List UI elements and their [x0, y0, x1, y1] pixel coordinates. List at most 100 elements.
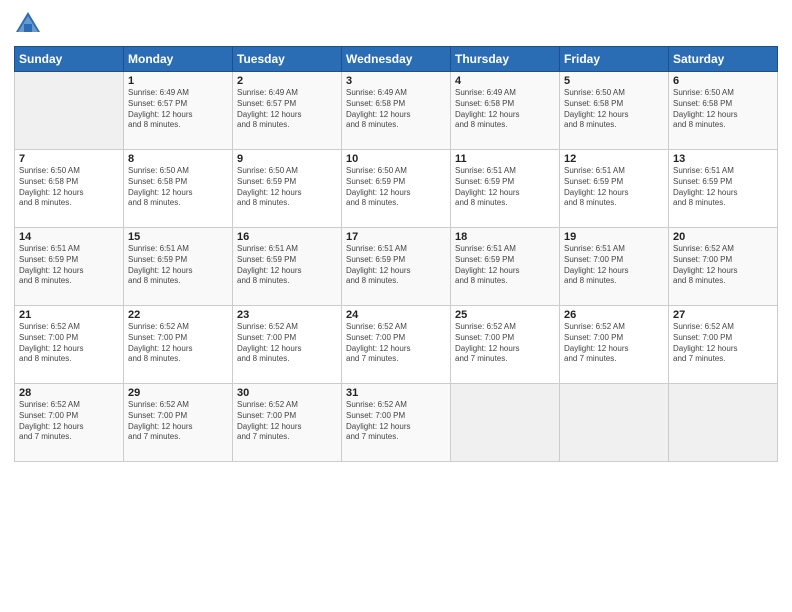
- day-info: Sunrise: 6:51 AMSunset: 6:59 PMDaylight:…: [19, 244, 119, 287]
- day-number: 4: [455, 75, 555, 87]
- day-number: 5: [564, 75, 664, 87]
- day-number: 24: [346, 309, 446, 321]
- day-number: 21: [19, 309, 119, 321]
- calendar-cell: 5Sunrise: 6:50 AMSunset: 6:58 PMDaylight…: [560, 72, 669, 150]
- day-number: 18: [455, 231, 555, 243]
- calendar-cell: [15, 72, 124, 150]
- col-header-thursday: Thursday: [451, 47, 560, 72]
- calendar-cell: 20Sunrise: 6:52 AMSunset: 7:00 PMDayligh…: [669, 228, 778, 306]
- calendar-cell: 6Sunrise: 6:50 AMSunset: 6:58 PMDaylight…: [669, 72, 778, 150]
- calendar-cell: 11Sunrise: 6:51 AMSunset: 6:59 PMDayligh…: [451, 150, 560, 228]
- calendar-header-row: SundayMondayTuesdayWednesdayThursdayFrid…: [15, 47, 778, 72]
- day-info: Sunrise: 6:52 AMSunset: 7:00 PMDaylight:…: [673, 322, 773, 365]
- calendar-cell: 27Sunrise: 6:52 AMSunset: 7:00 PMDayligh…: [669, 306, 778, 384]
- day-number: 14: [19, 231, 119, 243]
- day-info: Sunrise: 6:52 AMSunset: 7:00 PMDaylight:…: [128, 400, 228, 443]
- day-number: 12: [564, 153, 664, 165]
- page: SundayMondayTuesdayWednesdayThursdayFrid…: [0, 0, 792, 612]
- day-info: Sunrise: 6:50 AMSunset: 6:59 PMDaylight:…: [346, 166, 446, 209]
- calendar-cell: 13Sunrise: 6:51 AMSunset: 6:59 PMDayligh…: [669, 150, 778, 228]
- day-info: Sunrise: 6:51 AMSunset: 6:59 PMDaylight:…: [564, 166, 664, 209]
- col-header-tuesday: Tuesday: [233, 47, 342, 72]
- calendar-cell: 18Sunrise: 6:51 AMSunset: 6:59 PMDayligh…: [451, 228, 560, 306]
- day-info: Sunrise: 6:52 AMSunset: 7:00 PMDaylight:…: [237, 322, 337, 365]
- day-number: 15: [128, 231, 228, 243]
- calendar-cell: 16Sunrise: 6:51 AMSunset: 6:59 PMDayligh…: [233, 228, 342, 306]
- day-number: 11: [455, 153, 555, 165]
- calendar-cell: 12Sunrise: 6:51 AMSunset: 6:59 PMDayligh…: [560, 150, 669, 228]
- day-number: 2: [237, 75, 337, 87]
- calendar-cell: 9Sunrise: 6:50 AMSunset: 6:59 PMDaylight…: [233, 150, 342, 228]
- calendar-cell: [669, 384, 778, 462]
- calendar-cell: 25Sunrise: 6:52 AMSunset: 7:00 PMDayligh…: [451, 306, 560, 384]
- calendar-cell: 15Sunrise: 6:51 AMSunset: 6:59 PMDayligh…: [124, 228, 233, 306]
- calendar-cell: 14Sunrise: 6:51 AMSunset: 6:59 PMDayligh…: [15, 228, 124, 306]
- day-number: 22: [128, 309, 228, 321]
- col-header-sunday: Sunday: [15, 47, 124, 72]
- calendar-cell: 2Sunrise: 6:49 AMSunset: 6:57 PMDaylight…: [233, 72, 342, 150]
- day-number: 25: [455, 309, 555, 321]
- day-number: 7: [19, 153, 119, 165]
- logo-icon: [14, 10, 42, 38]
- week-row-1: 7Sunrise: 6:50 AMSunset: 6:58 PMDaylight…: [15, 150, 778, 228]
- calendar-cell: 21Sunrise: 6:52 AMSunset: 7:00 PMDayligh…: [15, 306, 124, 384]
- day-number: 20: [673, 231, 773, 243]
- day-number: 13: [673, 153, 773, 165]
- col-header-saturday: Saturday: [669, 47, 778, 72]
- day-info: Sunrise: 6:52 AMSunset: 7:00 PMDaylight:…: [19, 322, 119, 365]
- calendar-cell: 30Sunrise: 6:52 AMSunset: 7:00 PMDayligh…: [233, 384, 342, 462]
- calendar-cell: 26Sunrise: 6:52 AMSunset: 7:00 PMDayligh…: [560, 306, 669, 384]
- day-info: Sunrise: 6:52 AMSunset: 7:00 PMDaylight:…: [19, 400, 119, 443]
- day-info: Sunrise: 6:52 AMSunset: 7:00 PMDaylight:…: [346, 322, 446, 365]
- calendar-cell: 22Sunrise: 6:52 AMSunset: 7:00 PMDayligh…: [124, 306, 233, 384]
- logo: [14, 10, 46, 38]
- day-number: 1: [128, 75, 228, 87]
- day-info: Sunrise: 6:52 AMSunset: 7:00 PMDaylight:…: [128, 322, 228, 365]
- day-info: Sunrise: 6:52 AMSunset: 7:00 PMDaylight:…: [564, 322, 664, 365]
- day-number: 8: [128, 153, 228, 165]
- calendar-cell: [451, 384, 560, 462]
- week-row-2: 14Sunrise: 6:51 AMSunset: 6:59 PMDayligh…: [15, 228, 778, 306]
- day-info: Sunrise: 6:51 AMSunset: 6:59 PMDaylight:…: [128, 244, 228, 287]
- day-number: 30: [237, 387, 337, 399]
- calendar-cell: 8Sunrise: 6:50 AMSunset: 6:58 PMDaylight…: [124, 150, 233, 228]
- day-info: Sunrise: 6:52 AMSunset: 7:00 PMDaylight:…: [346, 400, 446, 443]
- day-info: Sunrise: 6:51 AMSunset: 6:59 PMDaylight:…: [455, 244, 555, 287]
- calendar-cell: 4Sunrise: 6:49 AMSunset: 6:58 PMDaylight…: [451, 72, 560, 150]
- calendar-cell: [560, 384, 669, 462]
- header: [14, 10, 778, 38]
- day-number: 6: [673, 75, 773, 87]
- col-header-friday: Friday: [560, 47, 669, 72]
- day-info: Sunrise: 6:50 AMSunset: 6:58 PMDaylight:…: [128, 166, 228, 209]
- calendar-cell: 17Sunrise: 6:51 AMSunset: 6:59 PMDayligh…: [342, 228, 451, 306]
- calendar-cell: 31Sunrise: 6:52 AMSunset: 7:00 PMDayligh…: [342, 384, 451, 462]
- day-info: Sunrise: 6:50 AMSunset: 6:58 PMDaylight:…: [19, 166, 119, 209]
- day-number: 31: [346, 387, 446, 399]
- col-header-wednesday: Wednesday: [342, 47, 451, 72]
- calendar-cell: 24Sunrise: 6:52 AMSunset: 7:00 PMDayligh…: [342, 306, 451, 384]
- calendar-cell: 19Sunrise: 6:51 AMSunset: 7:00 PMDayligh…: [560, 228, 669, 306]
- day-number: 29: [128, 387, 228, 399]
- week-row-3: 21Sunrise: 6:52 AMSunset: 7:00 PMDayligh…: [15, 306, 778, 384]
- day-info: Sunrise: 6:49 AMSunset: 6:57 PMDaylight:…: [237, 88, 337, 131]
- day-info: Sunrise: 6:52 AMSunset: 7:00 PMDaylight:…: [455, 322, 555, 365]
- day-info: Sunrise: 6:51 AMSunset: 6:59 PMDaylight:…: [346, 244, 446, 287]
- calendar-cell: 28Sunrise: 6:52 AMSunset: 7:00 PMDayligh…: [15, 384, 124, 462]
- day-info: Sunrise: 6:50 AMSunset: 6:58 PMDaylight:…: [564, 88, 664, 131]
- day-info: Sunrise: 6:50 AMSunset: 6:58 PMDaylight:…: [673, 88, 773, 131]
- calendar-table: SundayMondayTuesdayWednesdayThursdayFrid…: [14, 46, 778, 462]
- day-number: 28: [19, 387, 119, 399]
- week-row-0: 1 Sunrise: 6:49 AMSunset: 6:57 PMDaylight…: [15, 72, 778, 150]
- day-number: 16: [237, 231, 337, 243]
- day-number: 10: [346, 153, 446, 165]
- calendar-cell: 29Sunrise: 6:52 AMSunset: 7:00 PMDayligh…: [124, 384, 233, 462]
- day-number: 23: [237, 309, 337, 321]
- calendar-cell: 3Sunrise: 6:49 AMSunset: 6:58 PMDaylight…: [342, 72, 451, 150]
- day-info: Sunrise: 6:51 AMSunset: 6:59 PMDaylight:…: [237, 244, 337, 287]
- calendar-cell: 23Sunrise: 6:52 AMSunset: 7:00 PMDayligh…: [233, 306, 342, 384]
- day-info: Sunrise: 6:52 AMSunset: 7:00 PMDaylight:…: [237, 400, 337, 443]
- col-header-monday: Monday: [124, 47, 233, 72]
- calendar-cell: 7Sunrise: 6:50 AMSunset: 6:58 PMDaylight…: [15, 150, 124, 228]
- day-info: Sunrise: 6:51 AMSunset: 6:59 PMDaylight:…: [673, 166, 773, 209]
- day-number: 26: [564, 309, 664, 321]
